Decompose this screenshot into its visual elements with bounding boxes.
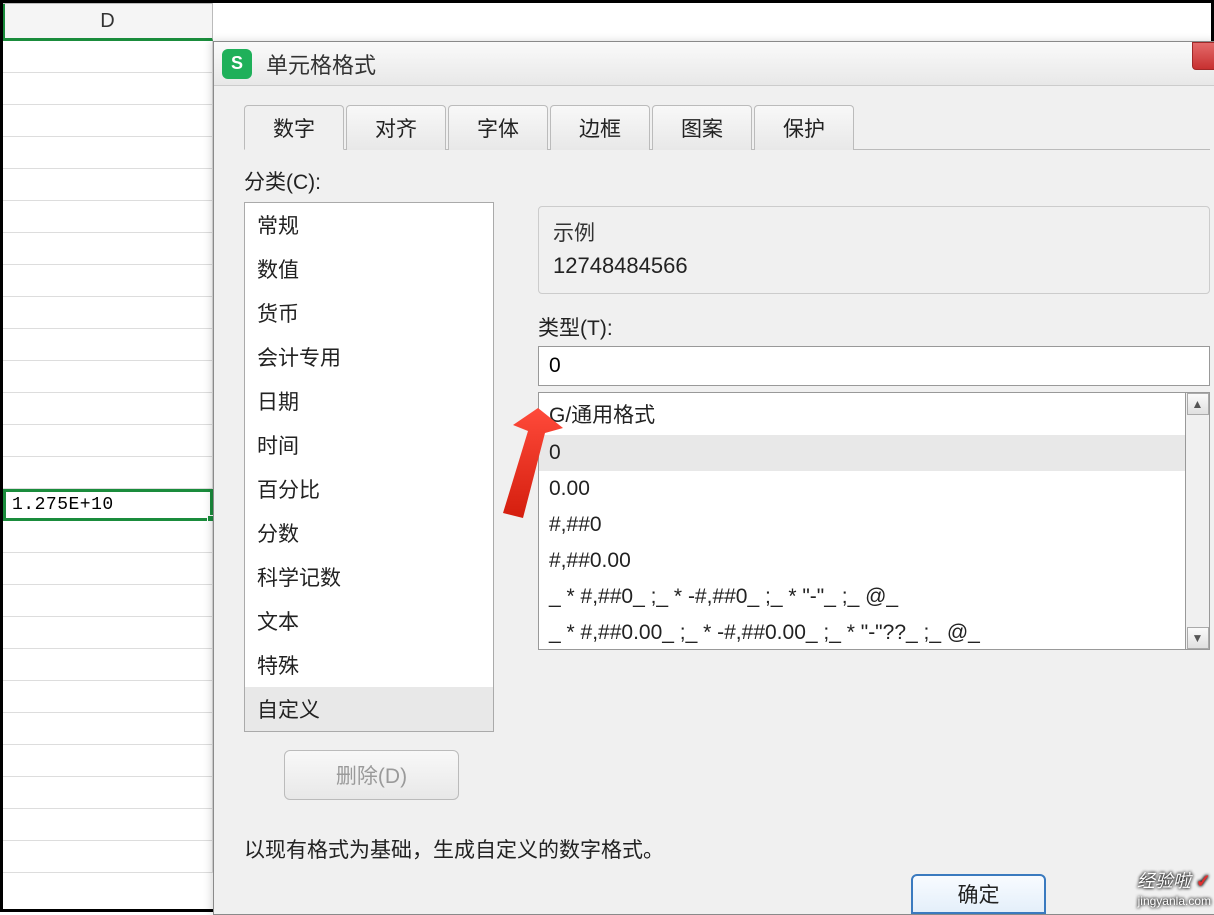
selected-cell[interactable]: 1.275E+10 [3, 489, 213, 521]
example-group: 示例 12748484566 [538, 206, 1210, 294]
tab-4[interactable]: 图案 [652, 105, 752, 150]
category-item[interactable]: 分数 [245, 511, 493, 555]
spreadsheet-behind: D 1.275E+10 [3, 3, 213, 909]
category-item[interactable]: 会计专用 [245, 335, 493, 379]
category-item[interactable]: 特殊 [245, 643, 493, 687]
sheet-cell[interactable] [3, 809, 213, 841]
sheet-cell[interactable] [3, 777, 213, 809]
column-header-d[interactable]: D [3, 3, 213, 41]
sheet-rows: 1.275E+10 [3, 41, 213, 873]
sheet-cell[interactable] [3, 393, 213, 425]
scroll-up-icon[interactable]: ▲ [1187, 393, 1209, 415]
category-item[interactable]: 日期 [245, 379, 493, 423]
sheet-cell[interactable] [3, 649, 213, 681]
tab-1[interactable]: 对齐 [346, 105, 446, 150]
tab-0[interactable]: 数字 [244, 105, 344, 150]
format-item[interactable]: 0 [539, 435, 1185, 471]
tab-5[interactable]: 保护 [754, 105, 854, 150]
category-item[interactable]: 文本 [245, 599, 493, 643]
type-input[interactable] [538, 346, 1210, 386]
format-item[interactable]: #,##0.00 [539, 543, 1185, 579]
sheet-cell[interactable] [3, 201, 213, 233]
sheet-cell[interactable] [3, 233, 213, 265]
dialog-titlebar[interactable]: S 单元格格式 [214, 42, 1214, 86]
tab-2[interactable]: 字体 [448, 105, 548, 150]
sheet-cell[interactable] [3, 41, 213, 73]
format-item[interactable]: #,##0 [539, 507, 1185, 543]
sheet-cell[interactable] [3, 105, 213, 137]
sheet-cell[interactable] [3, 137, 213, 169]
sheet-cell[interactable] [3, 265, 213, 297]
selected-cell-value: 1.275E+10 [12, 495, 114, 515]
sheet-cell[interactable] [3, 713, 213, 745]
category-label: 分类(C): [244, 166, 1210, 196]
type-label: 类型(T): [538, 312, 1210, 342]
sheet-cell[interactable] [3, 585, 213, 617]
sheet-cell[interactable] [3, 297, 213, 329]
close-button[interactable] [1192, 42, 1214, 70]
sheet-cell[interactable] [3, 425, 213, 457]
sheet-cell[interactable] [3, 553, 213, 585]
example-value: 12748484566 [553, 253, 1195, 279]
cell-format-dialog: S 单元格格式 数字对齐字体边框图案保护 分类(C): 常规数值货币会计专用日期… [213, 41, 1214, 915]
sheet-cell[interactable] [3, 681, 213, 713]
format-item[interactable]: G/通用格式 [539, 393, 1185, 435]
format-item[interactable]: _ * #,##0_ ;_ * -#,##0_ ;_ * "-"_ ;_ @_ [539, 579, 1185, 615]
category-item[interactable]: 货币 [245, 291, 493, 335]
sheet-cell[interactable] [3, 73, 213, 105]
scroll-down-icon[interactable]: ▼ [1187, 627, 1209, 649]
sheet-cell[interactable] [3, 169, 213, 201]
sheet-cell[interactable] [3, 521, 213, 553]
example-label: 示例 [553, 217, 1195, 247]
category-list[interactable]: 常规数值货币会计专用日期时间百分比分数科学记数文本特殊自定义 [244, 202, 494, 732]
sheet-cell[interactable] [3, 329, 213, 361]
app-icon: S [222, 49, 252, 79]
category-item[interactable]: 常规 [245, 203, 493, 247]
delete-button[interactable]: 删除(D) [284, 750, 459, 800]
format-item[interactable]: _ * #,##0.00_ ;_ * -#,##0.00_ ;_ * "-"??… [539, 615, 1185, 650]
ok-button[interactable]: 确定 [911, 874, 1046, 914]
dialog-title: 单元格格式 [266, 48, 376, 80]
format-scrollbar[interactable]: ▲ ▼ [1186, 392, 1210, 650]
category-item[interactable]: 科学记数 [245, 555, 493, 599]
category-item[interactable]: 时间 [245, 423, 493, 467]
sheet-cell[interactable] [3, 457, 213, 489]
hint-text: 以现有格式为基础，生成自定义的数字格式。 [244, 834, 1210, 864]
category-item[interactable]: 百分比 [245, 467, 493, 511]
category-item[interactable]: 数值 [245, 247, 493, 291]
sheet-cell[interactable] [3, 617, 213, 649]
sheet-cell[interactable] [3, 745, 213, 777]
sheet-cell[interactable] [3, 361, 213, 393]
format-list[interactable]: G/通用格式00.00#,##0#,##0.00_ * #,##0_ ;_ * … [538, 392, 1186, 650]
sheet-cell[interactable] [3, 841, 213, 873]
format-item[interactable]: 0.00 [539, 471, 1185, 507]
tab-strip: 数字对齐字体边框图案保护 [244, 104, 1210, 150]
category-item[interactable]: 自定义 [245, 687, 493, 731]
dialog-body: 数字对齐字体边框图案保护 分类(C): 常规数值货币会计专用日期时间百分比分数科… [214, 86, 1214, 914]
tab-3[interactable]: 边框 [550, 105, 650, 150]
